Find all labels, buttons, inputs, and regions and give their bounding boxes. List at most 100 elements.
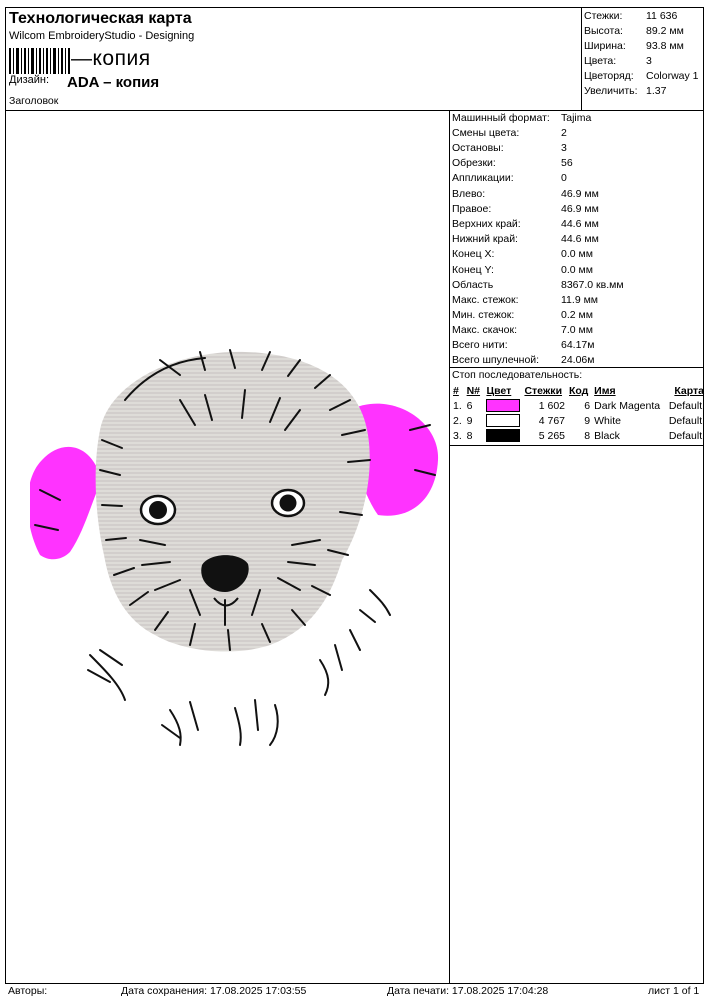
design-label: Дизайн: (9, 74, 50, 86)
row-name: Black (594, 429, 620, 442)
stat-value: 56 (561, 157, 573, 169)
stat-value: 8367.0 кв.мм (561, 279, 624, 291)
stat-label: Стежки: (584, 10, 623, 22)
column-header: N# (466, 384, 481, 397)
row-chart: Default (668, 414, 703, 427)
stat-label: Цветоряд: (584, 70, 634, 82)
table-row: 1. 6 1 602 6 Dark Magenta Default (451, 398, 706, 413)
barcode-caption: —копия (71, 47, 151, 70)
stat-value: Colorway 1 (646, 70, 699, 82)
design-name: ADA – копия (67, 74, 160, 91)
stat-label: Влево: (452, 188, 486, 200)
stat-label: Всего нити: (452, 339, 508, 351)
save-date: Дата сохранения: 17.08.2025 17:03:55 (121, 985, 307, 997)
column-header: # (453, 384, 459, 397)
column-header: Стежки (524, 384, 563, 397)
document-title: Технологическая карта (9, 10, 192, 27)
divider (449, 367, 704, 368)
stat-label: Смены цвета: (452, 127, 520, 139)
stat-label: Макс. стежок: (452, 294, 519, 306)
stat-value: 44.6 мм (561, 218, 599, 230)
stat-label: Цвета: (584, 55, 617, 67)
authors-label: Авторы: (8, 985, 48, 997)
embroidery-design-preview (30, 349, 439, 746)
color-swatch-cell (484, 428, 522, 443)
row-stitches: 5 265 (538, 429, 565, 442)
row-needle: 6 (466, 399, 473, 412)
stat-value: 0.0 мм (561, 264, 593, 276)
barcode-image (9, 48, 70, 74)
row-chart: Default (668, 399, 703, 412)
stat-value: 11 636 (646, 10, 678, 22)
stat-label: Всего шпулечной: (452, 354, 540, 366)
divider (581, 7, 582, 110)
color-swatch-cell (484, 398, 522, 413)
row-name: White (594, 414, 621, 427)
stat-label: Нижний край: (452, 233, 518, 245)
color-swatch (486, 429, 521, 442)
row-code: 8 (584, 429, 591, 442)
row-chart: Default (668, 429, 703, 442)
row-needle: 9 (466, 414, 473, 427)
stat-value: Tajima (561, 112, 592, 124)
stat-value: 44.6 мм (561, 233, 599, 245)
stat-value: 93.8 мм (646, 40, 684, 52)
stat-label: Правое: (452, 203, 492, 215)
stat-label: Мин. стежок: (452, 309, 515, 321)
table-row: 2. 9 4 767 9 White Default (451, 413, 706, 428)
stat-value: 89.2 мм (646, 25, 684, 37)
stat-label: Увеличить: (584, 85, 638, 97)
stat-label: Конец Y: (452, 264, 494, 276)
stat-value: 0.0 мм (561, 248, 593, 260)
column-header: Имя (594, 384, 616, 397)
stat-label: Остановы: (452, 142, 504, 154)
row-index: 3. (453, 429, 462, 442)
color-swatch (486, 414, 521, 427)
stat-label: Ширина: (584, 40, 626, 52)
row-stitches: 4 767 (538, 414, 565, 427)
stat-value: 0.2 мм (561, 309, 593, 321)
column-header: Карта (674, 384, 704, 397)
print-date: Дата печати: 17.08.2025 17:04:28 (387, 985, 549, 997)
stat-value: 1.37 (646, 85, 667, 97)
divider (5, 110, 704, 111)
head-fill (95, 351, 370, 652)
stat-label: Конец X: (452, 248, 495, 260)
stat-value: 46.9 мм (561, 203, 599, 215)
column-header: Код (569, 384, 589, 397)
stat-value: 7.0 мм (561, 324, 593, 336)
header-block: Технологическая карта Wilcom EmbroideryS… (5, 7, 582, 110)
stat-label: Машинный формат: (452, 112, 550, 124)
stat-label: Обрезки: (452, 157, 496, 169)
stat-label: Макс. скачок: (452, 324, 518, 336)
left-ear (30, 446, 102, 560)
row-name: Dark Magenta (594, 399, 661, 412)
sequence-title: Стоп последовательность: (452, 369, 583, 381)
stop-sequence-table: # N# Цвет Стежки Код Имя Карта 1. 6 1 60… (451, 383, 706, 443)
color-swatch-cell (484, 413, 522, 428)
row-needle: 8 (466, 429, 473, 442)
stat-value: 46.9 мм (561, 188, 599, 200)
stat-label: Верхних край: (452, 218, 521, 230)
stat-value: 3 (561, 142, 567, 154)
color-swatch (486, 399, 521, 412)
divider (449, 445, 704, 446)
table-header-row: # N# Цвет Стежки Код Имя Карта (451, 383, 706, 398)
row-stitches: 1 602 (538, 399, 565, 412)
row-index: 1. (453, 399, 462, 412)
software-name: Wilcom EmbroideryStudio - Designing (9, 30, 195, 42)
row-index: 2. (453, 414, 462, 427)
heading-label: Заголовок (9, 95, 59, 107)
stat-value: 64.17м (561, 339, 595, 351)
table-row: 3. 8 5 265 8 Black Default (451, 428, 706, 443)
stat-value: 0 (561, 172, 567, 184)
column-header: Цвет (486, 384, 512, 397)
stat-value: 11.9 мм (561, 294, 599, 306)
stat-value: 24.06м (561, 354, 595, 366)
row-code: 6 (584, 399, 591, 412)
page-number: лист 1 of 1 (648, 985, 700, 997)
row-code: 9 (584, 414, 591, 427)
stat-label: Высота: (584, 25, 623, 37)
stat-value: 3 (646, 55, 652, 67)
stat-label: Аппликации: (452, 172, 514, 184)
